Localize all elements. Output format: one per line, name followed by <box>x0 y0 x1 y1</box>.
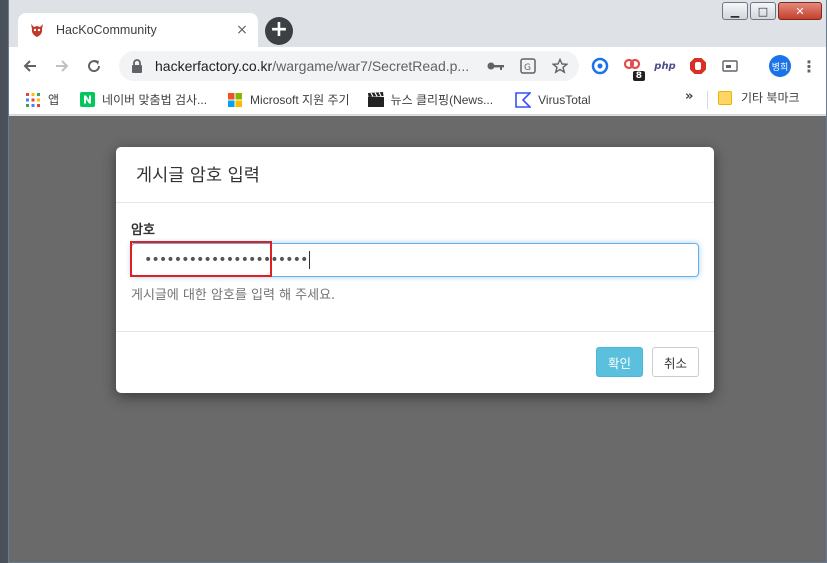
maximize-button[interactable]: □ <box>750 2 776 20</box>
bookmark-label: Microsoft 지원 주기 <box>250 93 350 107</box>
back-button[interactable] <box>17 53 43 79</box>
key-icon[interactable] <box>487 57 505 75</box>
lock-icon <box>131 58 145 74</box>
star-bookmark-icon[interactable] <box>551 57 569 75</box>
translate-icon[interactable]: G <box>519 57 537 75</box>
naver-icon <box>79 92 95 108</box>
minimize-button[interactable]: ▁ <box>722 2 748 20</box>
clapper-icon <box>367 92 384 108</box>
page-overlay: 게시글 암호 입력 암호 •••••••••••••••••••••• 게시글에… <box>9 116 826 562</box>
other-bookmarks[interactable]: 기타 북마크 <box>717 89 800 106</box>
tab-title: HacKoCommunity <box>56 23 157 37</box>
browser-toolbar: hackerfactory.co.kr/wargame/war7/SecretR… <box>9 47 826 85</box>
cast-icon[interactable] <box>719 55 741 77</box>
microsoft-icon <box>227 92 243 108</box>
new-tab-button[interactable]: + <box>265 17 293 45</box>
window-controls: ▁ □ ✕ <box>720 2 822 20</box>
modal-title: 게시글 암호 입력 <box>136 166 260 186</box>
forward-button[interactable] <box>49 53 75 79</box>
url-domain: hackerfactory.co.kr <box>155 58 273 74</box>
bookmark-label: VirusTotal <box>538 92 591 107</box>
extension-badge: 8 <box>632 71 645 81</box>
browser-window: HacKoCommunity × + ▁ □ ✕ hackerfactory.c… <box>8 0 827 563</box>
password-label: 암호 <box>131 223 155 238</box>
bookmarks-divider <box>707 91 708 109</box>
devil-favicon-icon <box>28 21 46 39</box>
bookmark-label: 뉴스 클리핑(News... <box>390 93 494 107</box>
address-bar[interactable]: hackerfactory.co.kr/wargame/war7/SecretR… <box>119 51 579 81</box>
password-value: •••••••••••••••••••••• <box>144 252 308 268</box>
confirm-button[interactable]: 확인 <box>595 347 643 377</box>
password-input[interactable]: •••••••••••••••••••••• <box>130 241 699 277</box>
reload-icon <box>88 60 101 73</box>
tab-close-icon[interactable]: × <box>234 22 250 38</box>
stop-hand-icon[interactable] <box>687 55 709 77</box>
cancel-button[interactable]: 취소 <box>651 347 699 377</box>
forward-arrow-icon <box>56 60 69 72</box>
bookmark-naver[interactable]: 네이버 맞춤법 검사... <box>73 89 213 111</box>
profile-avatar[interactable]: 병희 <box>769 55 791 77</box>
bookmark-apps[interactable]: 앱 <box>19 89 65 111</box>
password-help-text: 게시글에 대한 암호를 입력 해 주세요. <box>131 288 336 303</box>
other-bookmarks-label: 기타 북마크 <box>741 91 800 105</box>
svg-text:G: G <box>524 63 531 73</box>
modal-body: 암호 •••••••••••••••••••••• 게시글에 대한 암호를 입력… <box>116 203 714 332</box>
extension-with-badge-icon[interactable]: 8 <box>621 55 645 81</box>
close-window-button[interactable]: ✕ <box>778 2 822 20</box>
modal-footer: 확인 취소 <box>116 332 714 392</box>
bookmarks-bar: 앱 네이버 맞춤법 검사... Microsoft 지원 주기 뉴스 클리핑(N… <box>9 85 826 115</box>
apps-grid-icon <box>25 92 41 108</box>
url-path: /wargame/war7/SecretRead.p... <box>272 58 470 74</box>
url-text: hackerfactory.co.kr/wargame/war7/SecretR… <box>155 58 475 74</box>
bookmarks-overflow-button[interactable]: » <box>685 89 693 104</box>
php-label: php <box>654 60 676 72</box>
bookmark-label: 앱 <box>48 93 60 107</box>
tab-strip: HacKoCommunity × + ▁ □ ✕ <box>9 0 826 47</box>
back-arrow-icon <box>23 60 36 72</box>
reload-button[interactable] <box>81 53 107 79</box>
target-extension-icon[interactable] <box>589 55 611 77</box>
modal-header: 게시글 암호 입력 <box>116 147 714 203</box>
password-modal: 게시글 암호 입력 암호 •••••••••••••••••••••• 게시글에… <box>116 147 714 393</box>
bookmark-news[interactable]: 뉴스 클리핑(News... <box>362 89 500 111</box>
menu-dots-icon[interactable]: ⋮ <box>801 55 817 77</box>
bookmark-label: 네이버 맞춤법 검사... <box>102 93 208 107</box>
php-extension-icon[interactable]: php <box>653 55 677 77</box>
bookmark-virustotal[interactable]: VirusTotal <box>509 89 596 111</box>
virustotal-icon <box>515 91 532 108</box>
bookmark-microsoft[interactable]: Microsoft 지원 주기 <box>221 89 356 111</box>
text-caret <box>309 251 311 269</box>
folder-icon <box>717 90 733 106</box>
browser-tab[interactable]: HacKoCommunity × <box>18 13 258 47</box>
